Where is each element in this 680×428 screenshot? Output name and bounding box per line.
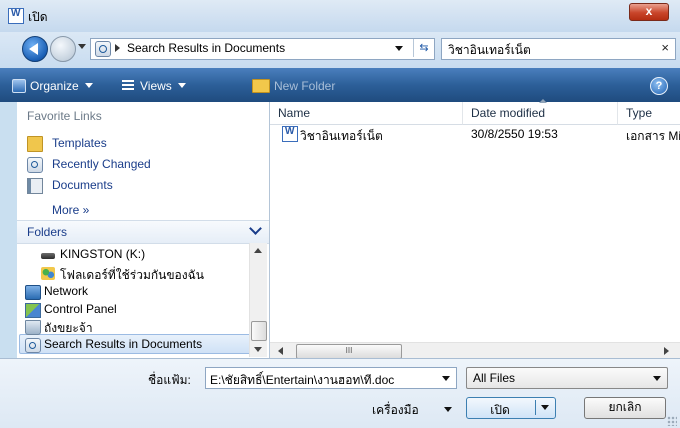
open-file-dialog: เปิด x Search Results in Documents ⇆ วิช… bbox=[0, 0, 680, 428]
file-type-select[interactable]: All Files bbox=[466, 367, 668, 389]
window-title: เปิด bbox=[28, 10, 48, 24]
tree-item-control-panel[interactable]: Control Panel bbox=[25, 301, 245, 319]
open-dropdown-icon[interactable] bbox=[541, 405, 549, 410]
filename-label: ชื่อแฟ้ม: bbox=[148, 373, 191, 387]
favorite-label: Recently Changed bbox=[52, 157, 151, 171]
file-list: Name Date modified Type วิชาอินเทอร์เน็ต… bbox=[270, 99, 680, 359]
column-header-date-modified[interactable]: Date modified bbox=[463, 99, 618, 125]
drive-icon bbox=[41, 253, 55, 259]
tools-button[interactable]: เครื่องมือ bbox=[372, 401, 419, 420]
split-divider bbox=[535, 400, 536, 415]
recent-pages-dropdown[interactable] bbox=[78, 44, 86, 49]
views-button[interactable]: Views bbox=[140, 79, 186, 93]
file-name[interactable]: วิชาอินเทอร์เน็ต bbox=[300, 127, 383, 146]
column-label: Type bbox=[626, 106, 653, 120]
favorite-link-templates[interactable]: Templates bbox=[27, 135, 263, 153]
back-button[interactable] bbox=[22, 36, 48, 62]
organize-label: Organize bbox=[30, 79, 79, 93]
scroll-up-icon[interactable] bbox=[254, 248, 262, 253]
column-label: Name bbox=[278, 106, 311, 120]
shared-folder-icon bbox=[41, 267, 55, 280]
dialog-footer: ชื่อแฟ้ม: E:\ชัยสิทธิ์\Entertain\งานฮอท\… bbox=[0, 358, 680, 428]
chevron-down-icon[interactable] bbox=[653, 376, 661, 381]
more-links-button[interactable]: More » bbox=[52, 203, 89, 217]
folders-title: Folders bbox=[27, 225, 68, 239]
resize-grip-icon[interactable] bbox=[667, 416, 677, 426]
address-dropdown-icon[interactable] bbox=[395, 46, 403, 51]
folders-header[interactable]: Folders bbox=[17, 220, 269, 244]
word-document-icon bbox=[8, 8, 24, 24]
tools-dropdown-icon[interactable] bbox=[444, 407, 452, 412]
tree-item-shared-folders[interactable]: โฟลเดอร์ที่ใช้ร่วมกันของฉัน bbox=[41, 265, 261, 283]
favorite-link-recently-changed[interactable]: Recently Changed bbox=[27, 156, 263, 174]
file-date: 30/8/2550 19:53 bbox=[471, 127, 558, 141]
organize-icon bbox=[12, 79, 26, 93]
favorite-label: Documents bbox=[52, 178, 113, 192]
scroll-right-icon[interactable] bbox=[664, 347, 669, 355]
tree-label: Search Results in Documents bbox=[44, 337, 203, 351]
documents-icon bbox=[27, 178, 43, 194]
organize-caret-icon bbox=[84, 83, 93, 88]
organize-button[interactable]: Organize bbox=[30, 79, 93, 93]
tree-item-search-results[interactable]: Search Results in Documents bbox=[25, 336, 241, 354]
table-row[interactable]: วิชาอินเทอร์เน็ต 30/8/2550 19:53 เอกสาร … bbox=[270, 124, 680, 144]
favorite-link-documents[interactable]: Documents bbox=[27, 177, 263, 195]
tree-label: Control Panel bbox=[44, 302, 117, 316]
clear-search-button[interactable]: × bbox=[661, 40, 669, 55]
open-label: เปิด bbox=[490, 403, 510, 417]
scroll-down-icon[interactable] bbox=[254, 347, 262, 352]
open-button[interactable]: เปิด bbox=[466, 397, 556, 419]
scroll-thumb[interactable] bbox=[251, 321, 267, 341]
title-bar: เปิด x bbox=[0, 0, 680, 32]
file-type-value: All Files bbox=[473, 371, 516, 385]
scroll-thumb[interactable]: III bbox=[296, 344, 402, 359]
control-panel-icon bbox=[25, 303, 41, 318]
favorite-links-title: Favorite Links bbox=[27, 109, 102, 123]
folder-icon bbox=[27, 136, 43, 152]
new-folder-button[interactable]: New Folder bbox=[274, 79, 335, 93]
column-header-type[interactable]: Type bbox=[618, 102, 680, 125]
address-text[interactable]: Search Results in Documents bbox=[127, 41, 285, 55]
search-input[interactable]: วิชาอินเทอร์เน็ต × bbox=[441, 38, 676, 60]
filename-field[interactable]: E:\ชัยสิทธิ์\Entertain\งานฮอท\ที.doc bbox=[205, 367, 457, 389]
tree-item-recycle-bin[interactable]: ถังขยะจ้า bbox=[25, 318, 245, 336]
search-folder-icon bbox=[25, 338, 41, 353]
tree-item-kingston[interactable]: KINGSTON (K:) bbox=[41, 246, 261, 264]
folders-scrollbar[interactable] bbox=[249, 243, 267, 357]
views-label: Views bbox=[140, 79, 172, 93]
tree-label: KINGSTON (K:) bbox=[60, 247, 146, 261]
chevron-down-icon[interactable] bbox=[249, 222, 262, 235]
scroll-left-icon[interactable] bbox=[278, 347, 283, 355]
address-bar[interactable]: Search Results in Documents ⇆ bbox=[90, 38, 435, 60]
word-document-icon bbox=[282, 126, 298, 142]
toolbar: Organize Views New Folder ? bbox=[0, 68, 680, 102]
views-icon bbox=[122, 80, 134, 91]
column-header-name[interactable]: Name bbox=[270, 102, 463, 125]
forward-button[interactable] bbox=[50, 36, 76, 62]
sort-arrow-icon bbox=[539, 99, 547, 103]
network-icon bbox=[25, 285, 41, 300]
close-button[interactable]: x bbox=[629, 3, 669, 21]
tree-label: Network bbox=[44, 284, 89, 298]
views-caret-icon bbox=[177, 83, 186, 88]
column-label: Date modified bbox=[471, 106, 546, 120]
help-icon[interactable]: ? bbox=[650, 77, 668, 95]
search-folder-icon bbox=[95, 41, 111, 57]
recycle-bin-icon bbox=[25, 320, 41, 335]
file-type: เอกสาร Mi bbox=[626, 129, 680, 143]
search-folder-icon bbox=[27, 157, 43, 173]
refresh-button[interactable]: ⇆ bbox=[413, 39, 434, 57]
filename-value[interactable]: E:\ชัยสิทธิ์\Entertain\งานฮอท\ที.doc bbox=[210, 371, 394, 390]
search-query[interactable]: วิชาอินเทอร์เน็ต bbox=[448, 41, 531, 60]
favorite-label: Templates bbox=[52, 136, 107, 150]
new-folder-icon bbox=[252, 79, 270, 93]
navigation-pane: Favorite Links Templates Recently Change… bbox=[17, 102, 270, 358]
file-list-scrollbar[interactable]: III bbox=[270, 342, 680, 359]
tree-item-network[interactable]: Network bbox=[25, 283, 245, 301]
breadcrumb-arrow-icon[interactable] bbox=[115, 44, 120, 52]
chevron-down-icon[interactable] bbox=[442, 376, 450, 381]
cancel-button[interactable]: ยกเลิก bbox=[584, 397, 666, 419]
